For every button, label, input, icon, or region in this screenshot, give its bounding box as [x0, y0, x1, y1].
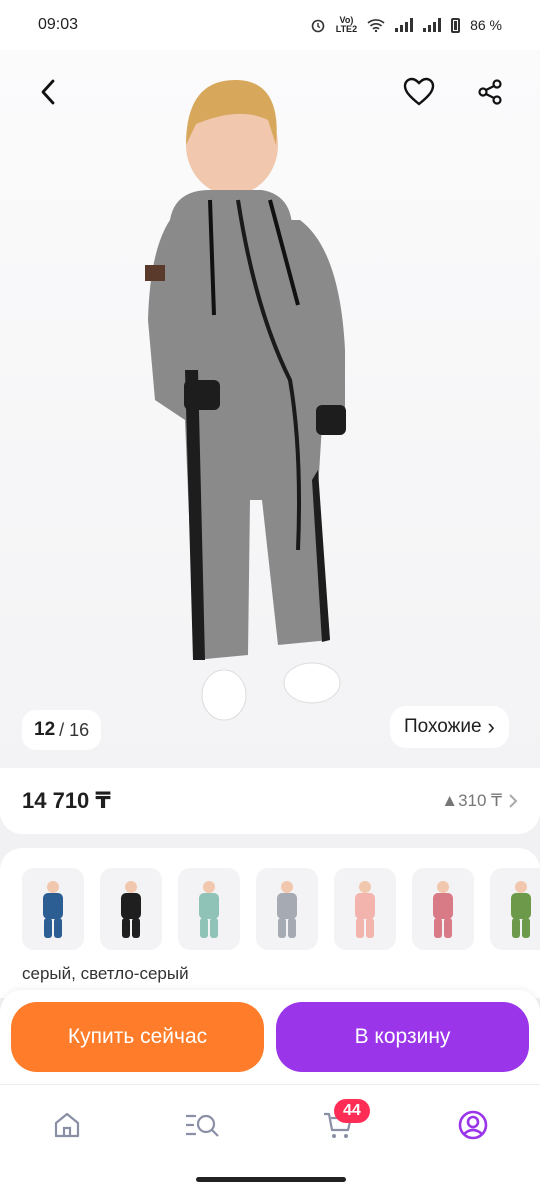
- variant-thumbnails: [22, 868, 540, 950]
- profile-icon: [458, 1110, 488, 1140]
- variant-thumbnail[interactable]: [100, 868, 162, 950]
- bottom-navigation: 44: [0, 1084, 540, 1194]
- cart-badge: 44: [334, 1099, 370, 1123]
- variant-thumbnail[interactable]: [490, 868, 540, 950]
- nav-home[interactable]: [47, 1105, 87, 1145]
- variant-figure: [355, 881, 375, 938]
- status-icons: Vo) LTE2 86 %: [310, 16, 502, 34]
- volte-indicator: Vo) LTE2: [335, 15, 358, 34]
- nav-profile[interactable]: [453, 1105, 493, 1145]
- status-time: 09:03: [38, 16, 79, 33]
- home-indicator[interactable]: [196, 1177, 346, 1182]
- variant-figure: [277, 881, 297, 938]
- variant-figure: [433, 881, 453, 938]
- signal-icon: [395, 18, 414, 32]
- variant-figure: [511, 881, 531, 938]
- variant-figure: [43, 881, 63, 938]
- share-icon: [478, 79, 502, 105]
- chevron-right-icon: ›: [487, 714, 495, 739]
- variant-figure: [199, 881, 219, 938]
- gallery-counter: 12 / 16: [22, 710, 102, 750]
- buy-now-button[interactable]: Купить сейчас: [11, 1002, 264, 1072]
- gallery-total: / 16: [59, 719, 90, 740]
- favorite-button[interactable]: [399, 72, 439, 112]
- variant-thumbnail[interactable]: [334, 868, 396, 950]
- variant-thumbnail[interactable]: [22, 868, 84, 950]
- catalog-search-icon: [186, 1114, 219, 1137]
- status-bar: 09:03 Vo) LTE2 86 %: [0, 0, 540, 50]
- variant-thumbnail[interactable]: [178, 868, 240, 950]
- product-photo: [145, 79, 346, 721]
- product-price: 14 710 ₸: [22, 788, 111, 813]
- nav-catalog-search[interactable]: [182, 1105, 222, 1145]
- home-icon: [54, 1112, 80, 1138]
- chevron-right-icon: [509, 794, 518, 808]
- variant-figure: [121, 881, 141, 938]
- variant-label: серый, светло-серый: [22, 964, 189, 983]
- price-card: 14 710 ₸ ▲310 ₸: [0, 768, 540, 834]
- chevron-left-icon: [41, 79, 55, 105]
- gallery-current: 12: [34, 719, 56, 740]
- similar-button[interactable]: Похожие ›: [390, 706, 509, 748]
- signal-icon: [423, 18, 442, 32]
- alarm-icon: [311, 19, 325, 33]
- add-to-cart-button[interactable]: В корзину: [276, 1002, 529, 1072]
- back-button[interactable]: [28, 72, 68, 112]
- variant-selector: серый, светло-серый: [0, 848, 540, 998]
- share-button[interactable]: [470, 72, 510, 112]
- product-image-gallery[interactable]: 12 / 16 Похожие ›: [0, 50, 540, 768]
- price-history[interactable]: ▲310 ₸: [441, 791, 518, 811]
- wifi-icon: [367, 19, 385, 32]
- battery-percent: 86 %: [470, 17, 502, 33]
- price-change: ▲310 ₸: [441, 791, 502, 810]
- battery-icon: [451, 17, 461, 33]
- heart-icon: [403, 77, 435, 106]
- variant-thumbnail[interactable]: [256, 868, 318, 950]
- action-bar: Купить сейчас В корзину: [0, 990, 540, 1084]
- variant-thumbnail[interactable]: [412, 868, 474, 950]
- similar-label: Похожие: [404, 716, 482, 737]
